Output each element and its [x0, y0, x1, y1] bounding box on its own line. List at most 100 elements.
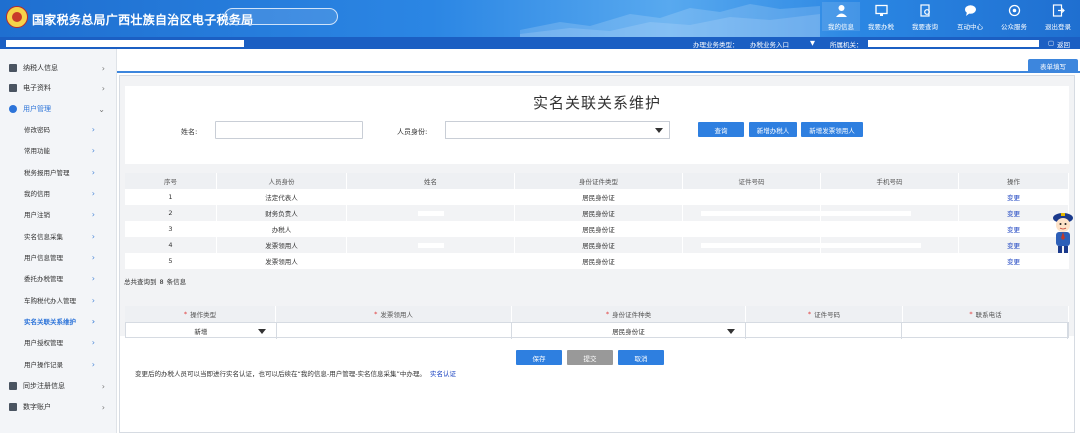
query-button[interactable]: 查询: [698, 122, 744, 137]
cell-id-no: [683, 221, 821, 237]
customer-service-mascot-icon[interactable]: [1050, 208, 1076, 258]
cell-id-type: 居民身份证: [515, 253, 683, 269]
sidebar-subitem-tax-user-management[interactable]: 税务报用户管理 ›: [0, 162, 117, 182]
nav-label: 退出登录: [1045, 23, 1071, 31]
search-input[interactable]: [224, 8, 338, 25]
change-link[interactable]: 变更: [1007, 192, 1020, 202]
chevron-down-icon: [726, 329, 735, 334]
chevron-right-icon: ›: [91, 359, 95, 369]
column-header: 操作: [959, 173, 1069, 189]
total-prefix: 总共查询到: [124, 278, 157, 286]
nav-public-service[interactable]: 公众服务: [995, 2, 1033, 31]
redacted-mask: [417, 210, 444, 216]
cell-id-no: [683, 253, 821, 269]
submit-button[interactable]: 提交: [567, 350, 613, 365]
column-header: * 发票领用人: [276, 306, 512, 322]
cell-phone: [821, 189, 959, 205]
chevron-right-icon: ›: [91, 209, 95, 219]
id-number-input[interactable]: [746, 323, 903, 339]
cell-identity: 办税人: [217, 221, 347, 237]
table-row: 2 财务负责人 居民身份证 变更: [125, 205, 1069, 221]
column-header: * 操作类型: [125, 306, 276, 322]
cell-no: 5: [125, 253, 217, 269]
tab-strip: 表单填写: [117, 59, 1080, 73]
nav-query[interactable]: 我要查询: [906, 2, 944, 31]
change-link[interactable]: 变更: [1007, 240, 1020, 250]
return-icon[interactable]: ▢: [1048, 39, 1054, 47]
info-bar: 办理业务类型： 办税业务入口 ▼ 所属机关： ▢ 返回: [0, 37, 1080, 49]
add-form-header-row: * 操作类型 * 发票领用人 * 身份证件种类 * 证件号码 * 联系电话: [125, 306, 1069, 322]
help-note-text: 变更后的办税人员可以当即进行实名认证，也可以后续在“我的信息-用户管理-实名信息…: [135, 370, 426, 378]
sidebar-subitem-user-authorization[interactable]: 用户授权管理 ›: [0, 332, 117, 352]
sidebar-subitem-change-password[interactable]: 修改密码 ›: [0, 119, 117, 139]
invoice-user-input[interactable]: [277, 323, 513, 339]
table-row: 3 办税人 居民身份证 变更: [125, 221, 1069, 237]
table-row: 5 发票领用人 居民身份证 变更: [125, 253, 1069, 269]
chat-icon: [962, 2, 978, 18]
sidebar-item-label: 数字账户: [23, 403, 51, 411]
total-count: 8: [159, 278, 164, 286]
sidebar-subitem-user-cancel[interactable]: 用户注销 ›: [0, 204, 117, 224]
cell-id-type: 居民身份证: [515, 221, 683, 237]
sidebar-item-taxpayer-info[interactable]: 纳税人信息 ›: [0, 58, 117, 78]
cell-name: [347, 221, 515, 237]
add-invoice-user-button[interactable]: 新增发票领用人: [801, 122, 863, 137]
total-count-text: 总共查询到 8 条信息: [124, 276, 186, 286]
file-icon: [9, 84, 17, 92]
sidebar-item-electronic-docs[interactable]: 电子资料 ›: [0, 78, 117, 98]
change-link[interactable]: 变更: [1007, 256, 1020, 266]
sidebar-item-user-management[interactable]: 用户管理 ⌄: [0, 99, 117, 119]
cell-no: 2: [125, 205, 217, 221]
chevron-down-icon: [655, 128, 663, 133]
tab-form-fill[interactable]: 表单填写: [1028, 59, 1078, 73]
sidebar-subitem-entrusted-tax[interactable]: 委托办税管理 ›: [0, 268, 117, 288]
id-kind-select[interactable]: 居民身份证: [512, 323, 746, 339]
top-header: 国家税务总局广西壮族自治区电子税务局 我的信息 我要办税 我要查询 互动中心 公…: [0, 0, 1080, 37]
add-taxpayer-button[interactable]: 新增办税人: [749, 122, 797, 137]
chevron-right-icon: ›: [101, 83, 105, 93]
chevron-right-icon: ›: [91, 252, 95, 262]
sidebar-item-sync-registration[interactable]: 同步注册信息 ›: [0, 376, 117, 396]
column-header: 序号: [125, 173, 217, 189]
great-wall-banner: [520, 4, 820, 37]
cell-identity: 法定代表人: [217, 189, 347, 205]
main-content: 表单填写 实名关联关系维护 姓名: 人员身份: 查询 新增办税人 新增发票领用人…: [117, 49, 1080, 433]
realname-auth-link[interactable]: 实名认证: [430, 370, 456, 378]
sidebar-item-digital-account[interactable]: 数字账户 ›: [0, 397, 117, 417]
redacted-mask: [821, 242, 921, 248]
cell-no: 4: [125, 237, 217, 253]
operation-type-value: 新增: [194, 328, 208, 336]
column-header: 证件号码: [683, 173, 821, 189]
sidebar-subitem-label: 用户注销: [24, 211, 50, 219]
identity-select[interactable]: [445, 121, 670, 139]
chevron-down-icon[interactable]: ▼: [810, 39, 815, 47]
nav-my-info[interactable]: 我的信息: [822, 2, 860, 31]
business-type-value[interactable]: 办税业务入口: [750, 39, 789, 49]
return-link[interactable]: 返回: [1057, 39, 1070, 49]
nav-tax-service[interactable]: 我要办税: [862, 2, 900, 31]
nav-logout[interactable]: 退出登录: [1039, 2, 1077, 31]
nav-interaction[interactable]: 互动中心: [951, 2, 989, 31]
column-header: 人员身份: [217, 173, 347, 189]
change-link[interactable]: 变更: [1007, 208, 1020, 218]
redacted-mask: [701, 210, 821, 216]
operation-type-select[interactable]: 新增: [126, 323, 277, 339]
sidebar-subitem-my-credit[interactable]: 我的信用 ›: [0, 183, 117, 203]
save-button[interactable]: 保存: [516, 350, 562, 365]
required-marker: *: [605, 310, 610, 318]
sidebar-subitem-vehicle-tax-agent[interactable]: 车购税代办人管理 ›: [0, 290, 117, 310]
change-link[interactable]: 变更: [1007, 224, 1020, 234]
chevron-right-icon: ›: [91, 273, 95, 283]
sidebar-subitem-common-functions[interactable]: 常用功能 ›: [0, 140, 117, 160]
business-type-label: 办理业务类型：: [693, 41, 739, 49]
site-title: 国家税务总局广西壮族自治区电子税务局: [32, 13, 254, 27]
id-kind-value: 居民身份证: [612, 328, 645, 336]
sidebar-subitem-realname-collection[interactable]: 实名信息采集 ›: [0, 226, 117, 246]
sidebar-subitem-operation-log[interactable]: 用户操作记录 ›: [0, 354, 117, 374]
cancel-button[interactable]: 取消: [618, 350, 664, 365]
phone-input[interactable]: [902, 323, 1069, 339]
cell-phone: [821, 253, 959, 269]
sidebar-subitem-user-info-management[interactable]: 用户信息管理 ›: [0, 247, 117, 267]
name-input[interactable]: [215, 121, 363, 139]
sidebar-subitem-realname-relation[interactable]: 实名关联关系维护 ›: [0, 311, 117, 331]
